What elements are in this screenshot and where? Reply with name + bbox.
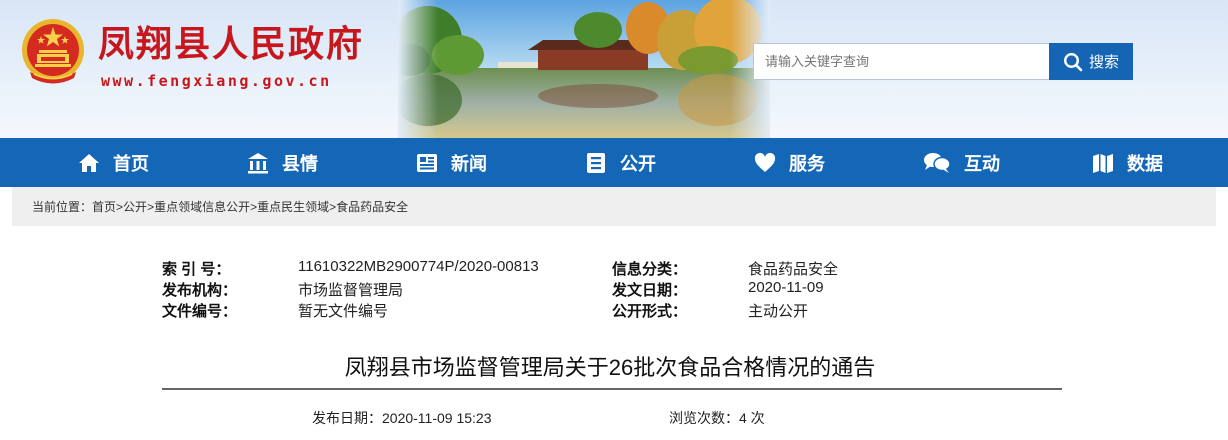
chat-bubbles-icon — [924, 152, 951, 173]
nav-item-label: 新闻 — [451, 153, 487, 174]
national-emblem-icon[interactable] — [20, 17, 86, 87]
newspaper-icon — [417, 153, 437, 172]
title-divider — [162, 388, 1062, 390]
nav-item-label: 互动 — [964, 153, 1000, 174]
publisher-label: 发布机构： — [162, 282, 238, 299]
publish-date-value: 2020-11-09 15:23 — [382, 410, 492, 426]
home-icon — [79, 153, 99, 172]
landmark-icon — [248, 152, 268, 173]
breadcrumb-item-food-drug-safety[interactable]: 食品药品安全 — [336, 198, 408, 215]
nav-item-interaction[interactable]: 互动 — [922, 138, 1000, 187]
breadcrumb-item-home[interactable]: 首页 — [92, 198, 116, 215]
issue-date-value: 2020-11-09 — [748, 279, 824, 296]
list-document-icon — [587, 152, 605, 173]
site-header: 凤翔县人民政府 www.fengxiang.gov.cn 请输入关键字查询 搜索 — [0, 0, 1228, 138]
category-label: 信息分类： — [612, 261, 688, 278]
breadcrumb-item-disclosure[interactable]: 公开 — [123, 198, 147, 215]
breadcrumb-prefix: 当前位置： — [32, 200, 93, 214]
nav-item-label: 服务 — [789, 153, 825, 174]
issue-date-label: 发文日期： — [612, 282, 688, 299]
nav-item-county[interactable]: 县情 — [246, 138, 318, 187]
search-icon — [1063, 52, 1083, 71]
site-name[interactable]: 凤翔县人民政府 — [98, 20, 364, 68]
nav-item-news[interactable]: 新闻 — [415, 138, 487, 187]
search-button-label: 搜索 — [1088, 54, 1119, 71]
map-icon — [1093, 153, 1113, 173]
view-count: 浏览次数：4 次 — [669, 408, 765, 428]
publish-date: 发布日期：2020-11-09 15:23 — [312, 408, 492, 428]
view-count-value: 4 次 — [739, 410, 765, 426]
article-title: 凤翔县市场监督管理局关于26批次食品合格情况的通告 — [344, 355, 876, 380]
disclosure-form-value: 主动公开 — [748, 303, 809, 320]
breadcrumb-separator: > — [116, 199, 124, 214]
breadcrumb-item-key-areas[interactable]: 重点领域信息公开 — [154, 198, 250, 215]
index-number-label: 索 引 号： — [162, 261, 231, 278]
search-button[interactable]: 搜索 — [1049, 43, 1133, 80]
nav-item-disclosure[interactable]: 公开 — [584, 138, 656, 187]
breadcrumb-item-livelihood[interactable]: 重点民生领域 — [257, 198, 329, 215]
breadcrumb-separator: > — [250, 199, 258, 214]
breadcrumb-separator: > — [329, 199, 337, 214]
banner-scenery-image — [398, 0, 770, 138]
main-nav: 首页 县情 新闻 公开 服务 互动 数据 — [0, 138, 1228, 187]
nav-item-home[interactable]: 首页 — [77, 138, 149, 187]
nav-item-service[interactable]: 服务 — [753, 138, 825, 187]
publisher-value: 市场监督管理局 — [298, 282, 404, 299]
nav-item-label: 县情 — [282, 153, 318, 174]
site-url[interactable]: www.fengxiang.gov.cn — [101, 72, 332, 90]
disclosure-form-label: 公开形式： — [612, 303, 688, 320]
category-value: 食品药品安全 — [748, 261, 839, 278]
view-count-label: 浏览次数： — [669, 410, 739, 426]
document-number-value: 暂无文件编号 — [298, 303, 389, 320]
nav-item-label: 公开 — [620, 153, 656, 174]
breadcrumb: 当前位置： 首页 > 公开 > 重点领域信息公开 > 重点民生领域 > 食品药品… — [12, 187, 1216, 226]
heart-icon — [754, 152, 776, 172]
nav-item-label: 首页 — [113, 153, 149, 174]
index-number-value: 11610322MB2900774P/2020-00813 — [298, 258, 539, 275]
publish-date-label: 发布日期： — [312, 410, 382, 426]
document-number-label: 文件编号： — [162, 303, 238, 320]
nav-item-label: 数据 — [1127, 153, 1163, 174]
search-input[interactable] — [753, 43, 1050, 80]
nav-item-data[interactable]: 数据 — [1091, 138, 1163, 187]
breadcrumb-separator: > — [147, 199, 155, 214]
